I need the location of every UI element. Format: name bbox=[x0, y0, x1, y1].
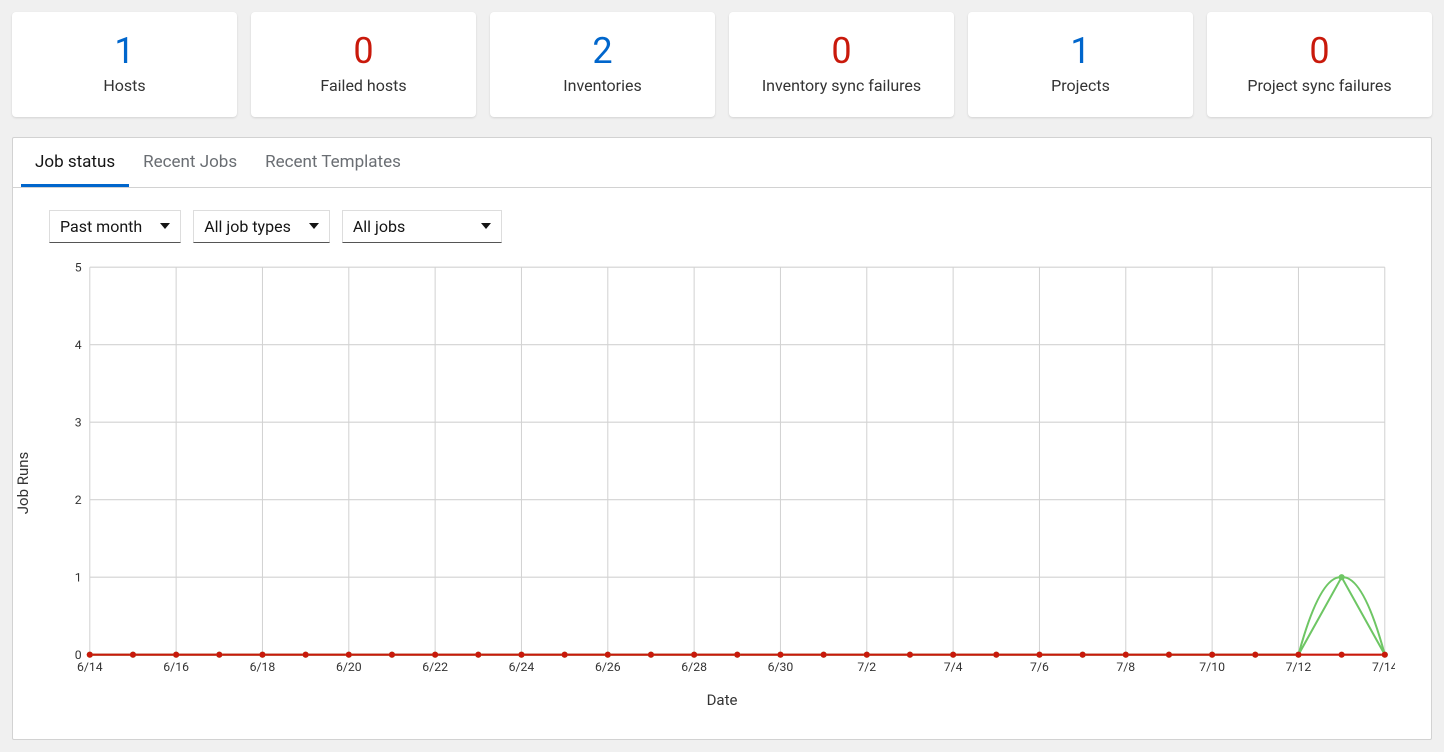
stat-card-failed-hosts[interactable]: 0 Failed hosts bbox=[251, 12, 476, 117]
svg-text:6/18: 6/18 bbox=[250, 660, 276, 674]
tab-recent-jobs[interactable]: Recent Jobs bbox=[129, 138, 251, 187]
stat-label: Inventory sync failures bbox=[739, 76, 944, 95]
stat-value: 0 bbox=[739, 32, 944, 72]
y-axis-label: Job Runs bbox=[14, 451, 32, 514]
svg-text:6/22: 6/22 bbox=[422, 660, 448, 674]
stat-label: Project sync failures bbox=[1217, 76, 1422, 95]
stat-value: 1 bbox=[22, 32, 227, 72]
svg-text:4: 4 bbox=[75, 337, 82, 351]
svg-text:3: 3 bbox=[75, 415, 82, 429]
svg-text:2: 2 bbox=[75, 492, 82, 506]
svg-text:6/28: 6/28 bbox=[681, 660, 707, 674]
tab-job-status[interactable]: Job status bbox=[21, 138, 129, 187]
svg-text:6/24: 6/24 bbox=[509, 660, 535, 674]
stat-value: 1 bbox=[978, 32, 1183, 72]
stat-card-projects[interactable]: 1 Projects bbox=[968, 12, 1193, 117]
svg-text:7/4: 7/4 bbox=[944, 660, 963, 674]
stat-card-inventories[interactable]: 2 Inventories bbox=[490, 12, 715, 117]
job-filter-select[interactable]: All jobs bbox=[342, 210, 502, 243]
caret-down-icon bbox=[481, 223, 491, 229]
stat-label: Inventories bbox=[500, 76, 705, 95]
caret-down-icon bbox=[309, 223, 319, 229]
job-type-select-value: All job types bbox=[204, 217, 291, 236]
stat-card-hosts[interactable]: 1 Hosts bbox=[12, 12, 237, 117]
svg-text:6/20: 6/20 bbox=[336, 660, 362, 674]
job-filter-select-value: All jobs bbox=[353, 217, 405, 236]
stat-cards: 1 Hosts 0 Failed hosts 2 Inventories 0 I… bbox=[12, 12, 1432, 117]
svg-text:6/26: 6/26 bbox=[595, 660, 621, 674]
svg-text:6/14: 6/14 bbox=[77, 660, 103, 674]
filter-controls: Past month All job types All jobs bbox=[13, 188, 1431, 253]
stat-label: Projects bbox=[978, 76, 1183, 95]
stat-card-inventory-sync-failures[interactable]: 0 Inventory sync failures bbox=[729, 12, 954, 117]
svg-text:7/10: 7/10 bbox=[1199, 660, 1225, 674]
stat-card-project-sync-failures[interactable]: 0 Project sync failures bbox=[1207, 12, 1432, 117]
stat-label: Hosts bbox=[22, 76, 227, 95]
svg-text:1: 1 bbox=[75, 570, 82, 584]
caret-down-icon bbox=[160, 223, 170, 229]
svg-text:5: 5 bbox=[75, 260, 82, 274]
svg-text:6/30: 6/30 bbox=[768, 660, 794, 674]
period-select[interactable]: Past month bbox=[49, 210, 181, 243]
stat-value: 0 bbox=[261, 32, 466, 72]
chart-svg: 0123456/146/166/186/206/226/246/266/286/… bbox=[49, 257, 1395, 685]
svg-text:6/16: 6/16 bbox=[163, 660, 189, 674]
tabs: Job status Recent Jobs Recent Templates bbox=[13, 138, 1431, 188]
svg-text:7/6: 7/6 bbox=[1030, 660, 1049, 674]
period-select-value: Past month bbox=[60, 217, 142, 236]
svg-text:7/14: 7/14 bbox=[1372, 660, 1395, 674]
tab-recent-templates[interactable]: Recent Templates bbox=[251, 138, 415, 187]
svg-text:7/2: 7/2 bbox=[857, 660, 876, 674]
job-status-chart: Job Runs 0123456/146/166/186/206/226/246… bbox=[13, 253, 1431, 739]
stat-value: 0 bbox=[1217, 32, 1422, 72]
svg-text:7/8: 7/8 bbox=[1116, 660, 1135, 674]
stat-value: 2 bbox=[500, 32, 705, 72]
svg-text:7/12: 7/12 bbox=[1286, 660, 1312, 674]
job-type-select[interactable]: All job types bbox=[193, 210, 330, 243]
stat-label: Failed hosts bbox=[261, 76, 466, 95]
x-axis-label: Date bbox=[49, 691, 1395, 709]
job-panel: Job status Recent Jobs Recent Templates … bbox=[12, 137, 1432, 740]
